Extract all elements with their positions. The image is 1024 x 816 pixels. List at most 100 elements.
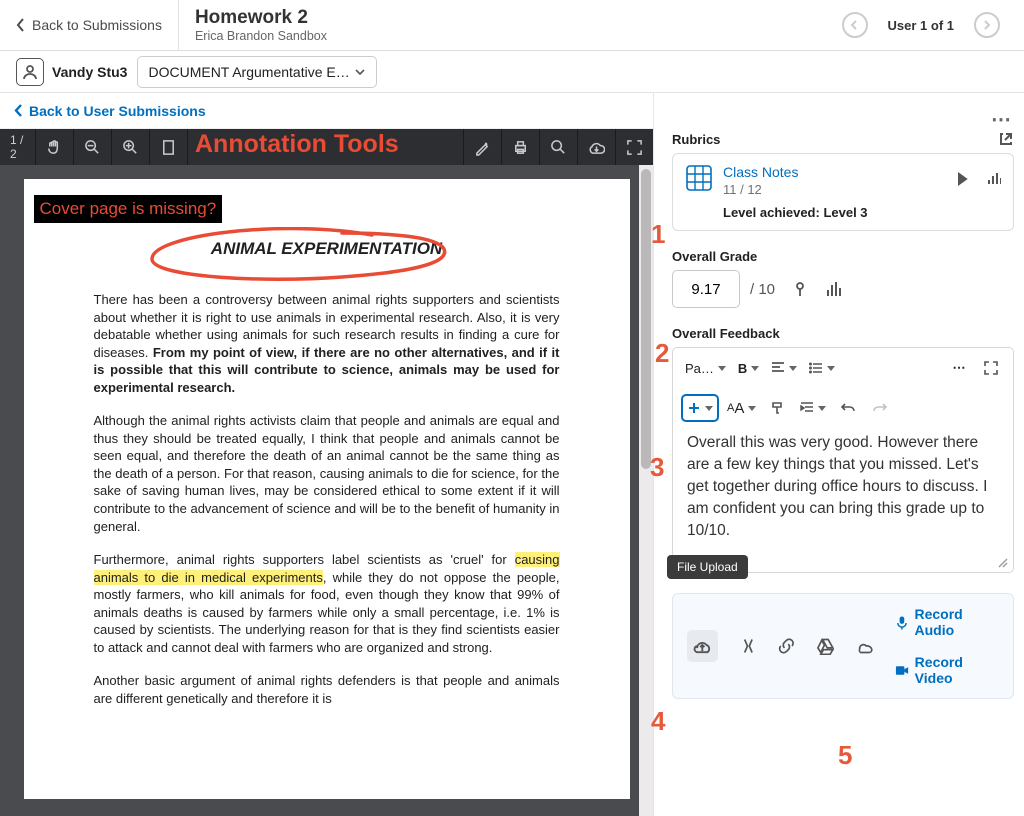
format-paint-button[interactable] — [764, 394, 792, 422]
redo-icon — [873, 401, 887, 415]
annotation-comment[interactable]: Cover page is missing? — [34, 195, 223, 223]
scrollbar[interactable] — [639, 165, 653, 816]
play-icon[interactable] — [955, 172, 969, 186]
print-icon — [512, 139, 529, 156]
plus-icon — [687, 401, 701, 415]
rubric-icon — [685, 164, 713, 192]
course-subtitle: Erica Brandon Sandbox — [195, 29, 826, 43]
student-name: Vandy Stu3 — [52, 64, 127, 80]
insert-dropdown[interactable] — [681, 394, 719, 422]
prev-user-button[interactable] — [842, 12, 868, 38]
student-chip: Vandy Stu3 — [16, 58, 127, 86]
user-counter: User 1 of 1 — [888, 18, 954, 33]
page-icon — [160, 139, 177, 156]
rubric-score: 11 / 12 — [723, 182, 868, 197]
doc-p3a: Furthermore, animal rights supporters la… — [94, 552, 515, 567]
page-counter: 1 / 2 — [0, 129, 36, 165]
assignment-title: Homework 2 — [195, 7, 826, 29]
doc-p1b: From my point of view, if there are no o… — [94, 345, 560, 395]
back-to-submissions-label: Back to Submissions — [32, 17, 162, 33]
back-to-submissions[interactable]: Back to Submissions — [0, 17, 178, 33]
record-audio-label: Record Audio — [915, 606, 1000, 638]
record-video-button[interactable]: Record Video — [895, 654, 999, 686]
rubric-level: Level achieved: Level 3 — [723, 205, 868, 220]
fullscreen-icon — [984, 361, 998, 375]
scrollbar-thumb[interactable] — [641, 169, 651, 469]
back-user-label: Back to User Submissions — [29, 103, 206, 119]
attachments-panel: Record Audio Record Video — [672, 593, 1014, 699]
rubric-name: Class Notes — [723, 164, 868, 180]
document-page: Cover page is missing? ANIMAL EXPERIMENT… — [24, 179, 630, 799]
pen-tool[interactable] — [464, 129, 502, 165]
video-icon — [895, 663, 909, 678]
pan-tool[interactable] — [36, 129, 74, 165]
rubric-card[interactable]: Class Notes 11 / 12 Level achieved: Leve… — [672, 153, 1014, 231]
link-button[interactable] — [778, 637, 795, 655]
zoom-out-tool[interactable] — [74, 129, 112, 165]
search-icon — [550, 139, 567, 156]
undo-button[interactable] — [834, 394, 862, 422]
list-icon — [809, 361, 823, 375]
format-paint-icon — [771, 401, 785, 415]
next-user-button[interactable] — [974, 12, 1000, 38]
resize-handle[interactable] — [995, 554, 1009, 568]
fullscreen-icon — [626, 139, 643, 156]
google-drive-button[interactable] — [817, 637, 834, 655]
stats-icon[interactable] — [826, 281, 841, 298]
record-audio-button[interactable]: Record Audio — [895, 606, 999, 638]
document-title: ANIMAL EXPERIMENTATION — [94, 239, 560, 259]
download-tool[interactable] — [578, 129, 616, 165]
editor-more-button[interactable]: ⋯ — [945, 354, 973, 382]
fit-page-tool[interactable] — [150, 129, 188, 165]
editor-fullscreen-button[interactable] — [977, 354, 1005, 382]
hand-icon — [46, 139, 63, 156]
more-actions-button[interactable]: ⋯ — [991, 107, 1012, 132]
rubrics-section-title: Rubrics — [672, 132, 720, 147]
align-icon — [771, 361, 785, 375]
chevron-left-icon — [850, 20, 860, 30]
grade-input[interactable] — [672, 270, 740, 308]
indent-dropdown[interactable] — [796, 394, 830, 422]
search-tool[interactable] — [540, 129, 578, 165]
document-toolbar: 1 / 2 Annotation Tools — [0, 129, 653, 165]
fullscreen-tool[interactable] — [616, 129, 653, 165]
redo-button[interactable] — [866, 394, 894, 422]
align-dropdown[interactable] — [767, 354, 801, 382]
feedback-textarea[interactable]: Overall this was very good. However ther… — [673, 422, 1013, 572]
toolbar-spacer — [188, 129, 464, 165]
print-tool[interactable] — [502, 129, 540, 165]
assignment-title-block: Homework 2 Erica Brandon Sandbox — [179, 3, 842, 47]
doc-p2: Although the animal rights activists cla… — [94, 412, 560, 535]
font-size-dropdown[interactable]: AA — [723, 394, 760, 422]
zoom-in-icon — [122, 139, 139, 156]
bold-dropdown[interactable]: B — [734, 354, 763, 382]
map-pin-icon[interactable] — [793, 281, 808, 298]
chevron-right-icon — [982, 20, 992, 30]
document-dropdown-label: DOCUMENT Argumentative E… — [148, 64, 349, 80]
user-icon — [16, 58, 44, 86]
microphone-icon — [895, 615, 909, 630]
popout-icon[interactable] — [998, 131, 1014, 147]
stats-icon[interactable] — [987, 172, 1001, 186]
download-icon — [588, 139, 605, 156]
file-upload-button[interactable] — [687, 630, 718, 662]
onedrive-button[interactable] — [856, 637, 873, 655]
list-dropdown[interactable] — [805, 354, 839, 382]
feedback-text: Overall this was very good. However ther… — [687, 434, 987, 539]
document-dropdown[interactable]: DOCUMENT Argumentative E… — [137, 56, 377, 88]
file-upload-tooltip: File Upload — [667, 555, 748, 579]
document-frame[interactable]: Cover page is missing? ANIMAL EXPERIMENT… — [0, 165, 653, 816]
user-nav: User 1 of 1 — [842, 12, 1024, 38]
feedback-section-title: Overall Feedback — [672, 326, 780, 341]
quicklink-button[interactable] — [740, 637, 757, 655]
chevron-left-icon — [16, 18, 26, 32]
zoom-in-tool[interactable] — [112, 129, 150, 165]
feedback-editor: Pa… B ⋯ AA Overall this was very good. H… — [672, 347, 1014, 573]
zoom-out-icon — [84, 139, 101, 156]
undo-icon — [841, 401, 855, 415]
back-to-user-submissions[interactable]: Back to User Submissions — [0, 93, 653, 129]
indent-icon — [800, 401, 814, 415]
record-video-label: Record Video — [915, 654, 999, 686]
document-body: There has been a controversy between ani… — [94, 291, 560, 707]
font-dropdown[interactable]: Pa… — [681, 354, 730, 382]
